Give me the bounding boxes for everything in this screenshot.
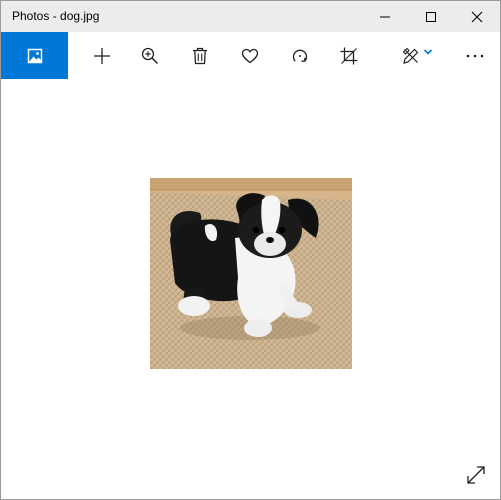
- maximize-icon: [426, 11, 436, 22]
- heart-icon: [241, 48, 259, 63]
- more-icon: [466, 54, 484, 57]
- dog-image: [150, 178, 352, 369]
- window-title: Photos - dog.jpg: [12, 9, 100, 23]
- edit-create-icon: [402, 47, 418, 64]
- close-icon: [471, 11, 483, 22]
- photo-canvas[interactable]: [1, 79, 500, 499]
- see-all-photos-button[interactable]: [1, 32, 68, 79]
- trash-icon: [193, 47, 207, 64]
- minimize-button[interactable]: [362, 1, 408, 32]
- title-bar[interactable]: Photos - dog.jpg: [1, 1, 500, 32]
- rotate-button[interactable]: [278, 32, 322, 79]
- crop-icon: [340, 47, 358, 64]
- plus-icon: [94, 47, 110, 64]
- close-button[interactable]: [454, 1, 500, 32]
- crop-button[interactable]: [327, 32, 371, 79]
- zoom-button[interactable]: [128, 32, 172, 79]
- rotate-icon: [292, 49, 308, 62]
- add-to-button[interactable]: [80, 32, 124, 79]
- chevron-down-icon: [423, 48, 432, 55]
- photo-icon: [27, 48, 42, 63]
- favorite-button[interactable]: [228, 32, 272, 79]
- edit-create-button[interactable]: [393, 32, 441, 79]
- see-more-button[interactable]: [453, 32, 497, 79]
- expand-icon: [467, 466, 485, 484]
- minimize-icon: [380, 16, 390, 17]
- dog-photo[interactable]: [150, 178, 352, 369]
- full-screen-button[interactable]: [463, 462, 489, 488]
- maximize-button[interactable]: [408, 1, 454, 32]
- photos-window: Photos - dog.jpg: [0, 0, 501, 500]
- delete-button[interactable]: [178, 32, 222, 79]
- toolbar: [1, 32, 500, 79]
- zoom-in-icon: [141, 47, 159, 64]
